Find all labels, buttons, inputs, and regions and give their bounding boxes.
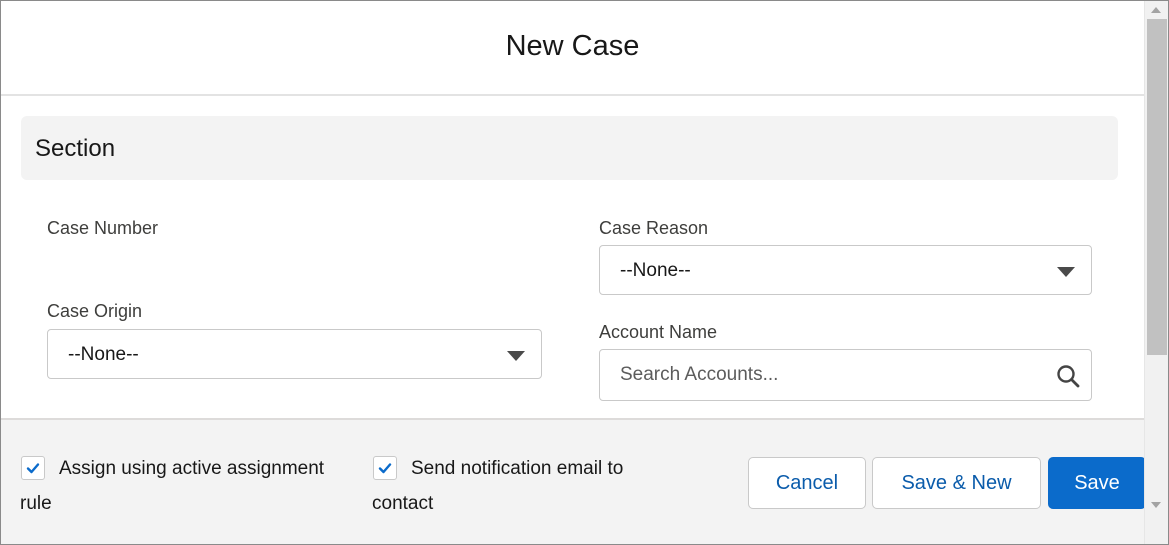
check-icon: [26, 463, 40, 474]
case-reason-select[interactable]: --None--: [599, 245, 1092, 295]
assign-rule-label-line2[interactable]: rule: [20, 486, 52, 521]
modal-title: New Case: [505, 30, 640, 62]
check-icon: [378, 463, 392, 474]
case-origin-label: Case Origin: [47, 301, 143, 321]
cancel-button[interactable]: Cancel: [748, 457, 866, 509]
new-case-modal: New Case Section Case Number Case Reason…: [0, 0, 1169, 545]
account-name-lookup: [599, 349, 1092, 401]
send-email-checkbox[interactable]: [373, 456, 397, 480]
send-email-box[interactable]: [373, 456, 397, 480]
case-number-label: Case Number: [47, 218, 159, 238]
assign-rule-checkbox[interactable]: [21, 456, 45, 480]
case-origin-value: --None--: [68, 344, 139, 365]
modal-footer: Assign using active assignment rule Send…: [1, 418, 1146, 544]
case-reason-label: Case Reason: [599, 218, 709, 238]
assign-rule-box[interactable]: [21, 456, 45, 480]
send-email-label-line2[interactable]: contact: [372, 486, 433, 521]
section-title: Section: [35, 135, 116, 162]
chevron-down-icon: [507, 351, 525, 361]
chevron-down-icon: [1057, 267, 1075, 277]
scroll-down-icon[interactable]: [1151, 502, 1161, 508]
save-and-new-button[interactable]: Save & New: [872, 457, 1041, 509]
send-email-label-line1[interactable]: Send notification email to: [411, 451, 623, 486]
assign-rule-label-line1[interactable]: Assign using active assignment: [59, 451, 324, 486]
account-search-input[interactable]: [601, 351, 1001, 399]
scroll-up-icon[interactable]: [1151, 7, 1161, 13]
case-origin-select[interactable]: --None--: [47, 329, 542, 379]
scrollbar-thumb[interactable]: [1147, 19, 1167, 355]
save-button[interactable]: Save: [1048, 457, 1146, 509]
modal-body[interactable]: Section Case Number Case Reason --None--…: [1, 96, 1144, 418]
scrollbar[interactable]: [1144, 1, 1168, 544]
case-reason-value: --None--: [620, 260, 691, 281]
modal-header: New Case: [1, 1, 1144, 96]
account-name-label: Account Name: [599, 322, 718, 342]
search-icon[interactable]: [1056, 364, 1080, 393]
section-header[interactable]: Section: [21, 116, 1118, 180]
